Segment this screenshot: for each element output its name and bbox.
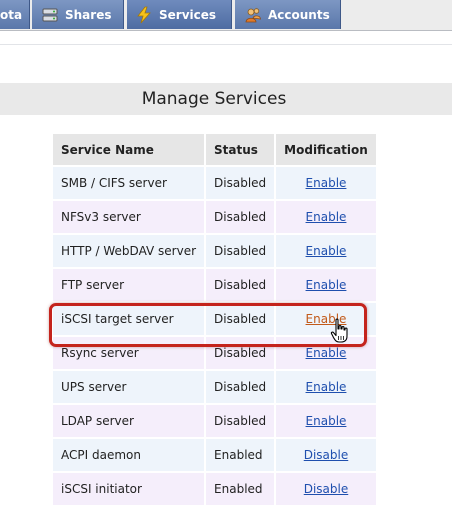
service-name: LDAP server <box>53 405 205 437</box>
modification-cell: Enable <box>276 269 376 301</box>
service-name: ACPI daemon <box>53 439 205 471</box>
lightning-icon <box>135 6 153 24</box>
table-row: NFSv3 server Disabled Enable <box>53 201 376 233</box>
table-row: LDAP server Disabled Enable <box>53 405 376 437</box>
tab-shares-label: Shares <box>65 7 112 22</box>
column-header-status: Status <box>206 134 275 165</box>
modification-cell: Enable <box>276 405 376 437</box>
tab-services[interactable]: Services <box>127 0 232 29</box>
table-row: SMB / CIFS server Disabled Enable <box>53 167 376 199</box>
service-name: SMB / CIFS server <box>53 167 205 199</box>
top-nav-bar: ota Shares Services Accounts <box>0 0 452 31</box>
enable-link[interactable]: Enable <box>306 278 347 292</box>
modification-cell: Enable <box>276 371 376 403</box>
service-status: Disabled <box>206 269 275 301</box>
service-name: Rsync server <box>53 337 205 369</box>
enable-link[interactable]: Enable <box>306 380 347 394</box>
table-row: FTP server Disabled Enable <box>53 269 376 301</box>
enable-link[interactable]: Enable <box>306 346 347 360</box>
table-row: UPS server Disabled Enable <box>53 371 376 403</box>
tab-accounts[interactable]: Accounts <box>235 0 341 29</box>
service-name: HTTP / WebDAV server <box>53 235 205 267</box>
column-header-service-name: Service Name <box>53 134 205 165</box>
enable-link[interactable]: Enable <box>306 414 347 428</box>
service-name: iSCSI target server <box>53 303 205 335</box>
column-header-modification: Modification <box>276 134 376 165</box>
modification-cell: Disable <box>276 473 376 505</box>
services-table: Service Name Status Modification SMB / C… <box>51 132 378 507</box>
tab-shares[interactable]: Shares <box>32 0 124 29</box>
modification-cell: Enable <box>276 235 376 267</box>
users-icon <box>244 6 262 24</box>
service-status: Disabled <box>206 167 275 199</box>
service-status: Disabled <box>206 337 275 369</box>
tab-quota-label: ota <box>0 7 23 22</box>
enable-link[interactable]: Enable <box>306 244 347 258</box>
modification-cell: Enable <box>276 303 376 335</box>
table-header-row: Service Name Status Modification <box>53 134 376 165</box>
service-name: FTP server <box>53 269 205 301</box>
enable-link[interactable]: Enable <box>306 312 347 326</box>
title-bar: Manage Services <box>0 83 452 115</box>
enable-link[interactable]: Enable <box>306 176 347 190</box>
drive-icon <box>41 6 59 24</box>
service-name: UPS server <box>53 371 205 403</box>
divider <box>0 44 452 45</box>
modification-cell: Disable <box>276 439 376 471</box>
tab-quota[interactable]: ota <box>0 0 30 29</box>
service-status: Disabled <box>206 201 275 233</box>
modification-cell: Enable <box>276 337 376 369</box>
tab-accounts-label: Accounts <box>268 7 330 22</box>
modification-cell: Enable <box>276 201 376 233</box>
service-status: Enabled <box>206 473 275 505</box>
service-status: Disabled <box>206 235 275 267</box>
service-name: NFSv3 server <box>53 201 205 233</box>
table-row: ACPI daemon Enabled Disable <box>53 439 376 471</box>
service-status: Disabled <box>206 303 275 335</box>
tab-services-label: Services <box>159 7 217 22</box>
service-status: Enabled <box>206 439 275 471</box>
enable-link[interactable]: Enable <box>306 210 347 224</box>
table-row: Rsync server Disabled Enable <box>53 337 376 369</box>
page-title: Manage Services <box>141 89 287 109</box>
table-row-highlighted: iSCSI target server Disabled Enable <box>53 303 376 335</box>
disable-link[interactable]: Disable <box>304 482 349 496</box>
modification-cell: Enable <box>276 167 376 199</box>
service-status: Disabled <box>206 405 275 437</box>
service-status: Disabled <box>206 371 275 403</box>
table-row: iSCSI initiator Enabled Disable <box>53 473 376 505</box>
disable-link[interactable]: Disable <box>304 448 349 462</box>
table-row: HTTP / WebDAV server Disabled Enable <box>53 235 376 267</box>
service-name: iSCSI initiator <box>53 473 205 505</box>
